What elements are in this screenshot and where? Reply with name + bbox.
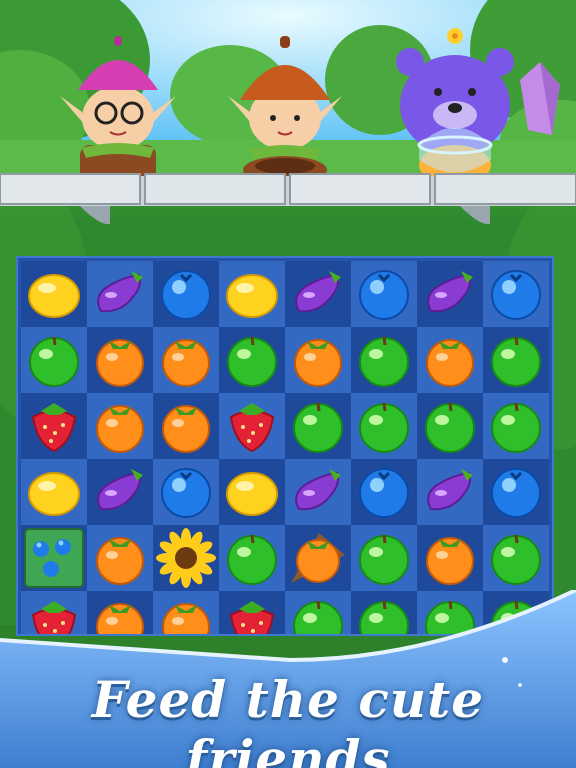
apple-icon[interactable] xyxy=(483,525,549,591)
board-cell[interactable] xyxy=(153,459,219,525)
persimmon-icon[interactable] xyxy=(87,525,153,591)
board-cell[interactable] xyxy=(219,261,285,327)
apple-icon[interactable] xyxy=(21,327,87,393)
board-cell[interactable] xyxy=(153,393,219,459)
purple-bear-character xyxy=(396,28,514,185)
persimmon-icon[interactable] xyxy=(285,327,351,393)
apple-icon[interactable] xyxy=(483,327,549,393)
persimmon-icon[interactable] xyxy=(417,327,483,393)
board-cell[interactable] xyxy=(417,327,483,393)
board-cell[interactable] xyxy=(417,525,483,591)
board-cell[interactable] xyxy=(87,261,153,327)
board-cell[interactable] xyxy=(351,327,417,393)
game-scene: Feed the cute friends xyxy=(0,0,576,768)
board-cell[interactable] xyxy=(219,459,285,525)
board-cell[interactable] xyxy=(285,393,351,459)
persimmon-icon[interactable] xyxy=(87,393,153,459)
board-cell[interactable] xyxy=(21,525,87,591)
eggplant-icon[interactable] xyxy=(87,261,153,327)
eggplant-icon[interactable] xyxy=(87,459,153,525)
board-cell[interactable] xyxy=(153,261,219,327)
strawberry-icon[interactable] xyxy=(219,393,285,459)
board-cell[interactable] xyxy=(21,261,87,327)
board-cell[interactable] xyxy=(87,393,153,459)
apple-icon[interactable] xyxy=(483,393,549,459)
board-cell[interactable] xyxy=(483,525,549,591)
board-cell[interactable] xyxy=(483,261,549,327)
board-cell[interactable] xyxy=(483,327,549,393)
apple-icon[interactable] xyxy=(351,327,417,393)
board-cell[interactable] xyxy=(153,525,219,591)
lemon-icon[interactable] xyxy=(21,459,87,525)
eggplant-icon[interactable] xyxy=(417,459,483,525)
blueberry-icon[interactable] xyxy=(153,261,219,327)
board-cell[interactable] xyxy=(153,327,219,393)
persimmon-icon[interactable] xyxy=(417,525,483,591)
board-cell[interactable] xyxy=(483,393,549,459)
board-cell[interactable] xyxy=(21,459,87,525)
board-cell[interactable] xyxy=(219,327,285,393)
blueberry-icon[interactable] xyxy=(483,261,549,327)
board-cell[interactable] xyxy=(285,459,351,525)
board-cell[interactable] xyxy=(285,261,351,327)
apple-icon[interactable] xyxy=(285,393,351,459)
eggplant-icon[interactable] xyxy=(417,261,483,327)
board-cell[interactable] xyxy=(417,459,483,525)
eggplant-icon[interactable] xyxy=(285,459,351,525)
board-cell[interactable] xyxy=(417,393,483,459)
lemon-icon[interactable] xyxy=(219,261,285,327)
board-cell[interactable] xyxy=(87,327,153,393)
apple-icon[interactable] xyxy=(219,327,285,393)
stone-shelf xyxy=(0,173,576,225)
persimmon-leaf-icon[interactable] xyxy=(285,525,351,591)
board-cell[interactable] xyxy=(351,459,417,525)
apple-icon[interactable] xyxy=(417,393,483,459)
board-cell[interactable] xyxy=(285,525,351,591)
sunflower-icon[interactable] xyxy=(153,525,219,591)
elf-girl-character xyxy=(60,36,176,185)
eggplant-icon[interactable] xyxy=(285,261,351,327)
blueberry-box-icon[interactable] xyxy=(21,525,87,591)
board-cell[interactable] xyxy=(417,261,483,327)
apple-icon[interactable] xyxy=(351,525,417,591)
persimmon-icon[interactable] xyxy=(87,327,153,393)
board-cell[interactable] xyxy=(351,261,417,327)
persimmon-icon[interactable] xyxy=(153,393,219,459)
board-cell[interactable] xyxy=(21,327,87,393)
board-cell[interactable] xyxy=(483,459,549,525)
lemon-icon[interactable] xyxy=(219,459,285,525)
blueberry-icon[interactable] xyxy=(351,261,417,327)
board-cell[interactable] xyxy=(219,525,285,591)
blueberry-icon[interactable] xyxy=(351,459,417,525)
board-cell[interactable] xyxy=(285,327,351,393)
board-cell[interactable] xyxy=(351,525,417,591)
persimmon-icon[interactable] xyxy=(153,327,219,393)
board-cell[interactable] xyxy=(21,393,87,459)
board-cell[interactable] xyxy=(351,393,417,459)
tagline-text: Feed the cute friends xyxy=(91,670,485,768)
board-cell[interactable] xyxy=(87,459,153,525)
board-cell[interactable] xyxy=(87,525,153,591)
apple-icon[interactable] xyxy=(219,525,285,591)
lemon-icon[interactable] xyxy=(21,261,87,327)
match3-board[interactable] xyxy=(16,256,554,636)
blueberry-icon[interactable] xyxy=(483,459,549,525)
apple-icon[interactable] xyxy=(351,393,417,459)
board-cell[interactable] xyxy=(219,393,285,459)
strawberry-icon[interactable] xyxy=(21,393,87,459)
elf-boy-character xyxy=(228,36,342,184)
blueberry-icon[interactable] xyxy=(153,459,219,525)
